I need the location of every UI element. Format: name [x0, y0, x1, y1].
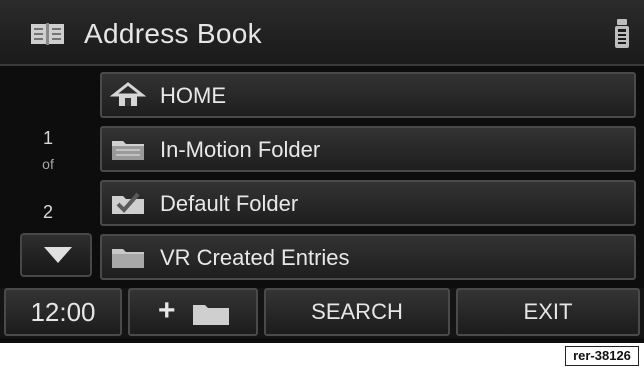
infotainment-screen: Address Book 1 of 2 HOME In-Motion Folde… — [0, 0, 644, 343]
list-item-in-motion-folder[interactable]: In-Motion Folder — [100, 126, 636, 172]
page-of-label: of — [42, 156, 54, 172]
page-title: Address Book — [84, 18, 262, 49]
exit-button[interactable]: EXIT — [456, 288, 640, 336]
list-item-label: VR Created Entries — [160, 245, 350, 270]
search-button[interactable]: SEARCH — [264, 288, 450, 336]
folder-icon — [193, 305, 229, 325]
down-arrow-icon — [44, 247, 72, 263]
home-icon — [110, 82, 146, 106]
reference-tag: rer-38126 — [565, 346, 639, 366]
list-item-default-folder[interactable]: Default Folder — [100, 180, 636, 226]
list-item-home[interactable]: HOME — [100, 72, 636, 118]
folder-icon — [112, 141, 144, 160]
clock-display[interactable]: 12:00 — [4, 288, 122, 336]
list-item-label: HOME — [160, 83, 226, 108]
add-folder-button[interactable]: + — [128, 288, 258, 336]
list-item-label: In-Motion Folder — [160, 137, 321, 162]
phone-status-icon — [615, 19, 629, 48]
page-indicator: 1 of 2 — [0, 70, 96, 290]
scroll-down-button[interactable] — [20, 233, 92, 277]
current-page: 1 — [42, 128, 53, 148]
folder-icon — [112, 249, 144, 268]
bottom-toolbar: 12:00 + SEARCH EXIT — [0, 288, 644, 338]
checked-folder-icon — [112, 192, 144, 214]
plus-icon: + — [158, 294, 176, 327]
list-item-vr-created-entries[interactable]: VR Created Entries — [100, 234, 636, 280]
address-book-icon — [31, 23, 64, 45]
total-pages: 2 — [42, 202, 53, 222]
list-item-label: Default Folder — [160, 191, 299, 216]
header-bar: Address Book — [0, 0, 644, 66]
